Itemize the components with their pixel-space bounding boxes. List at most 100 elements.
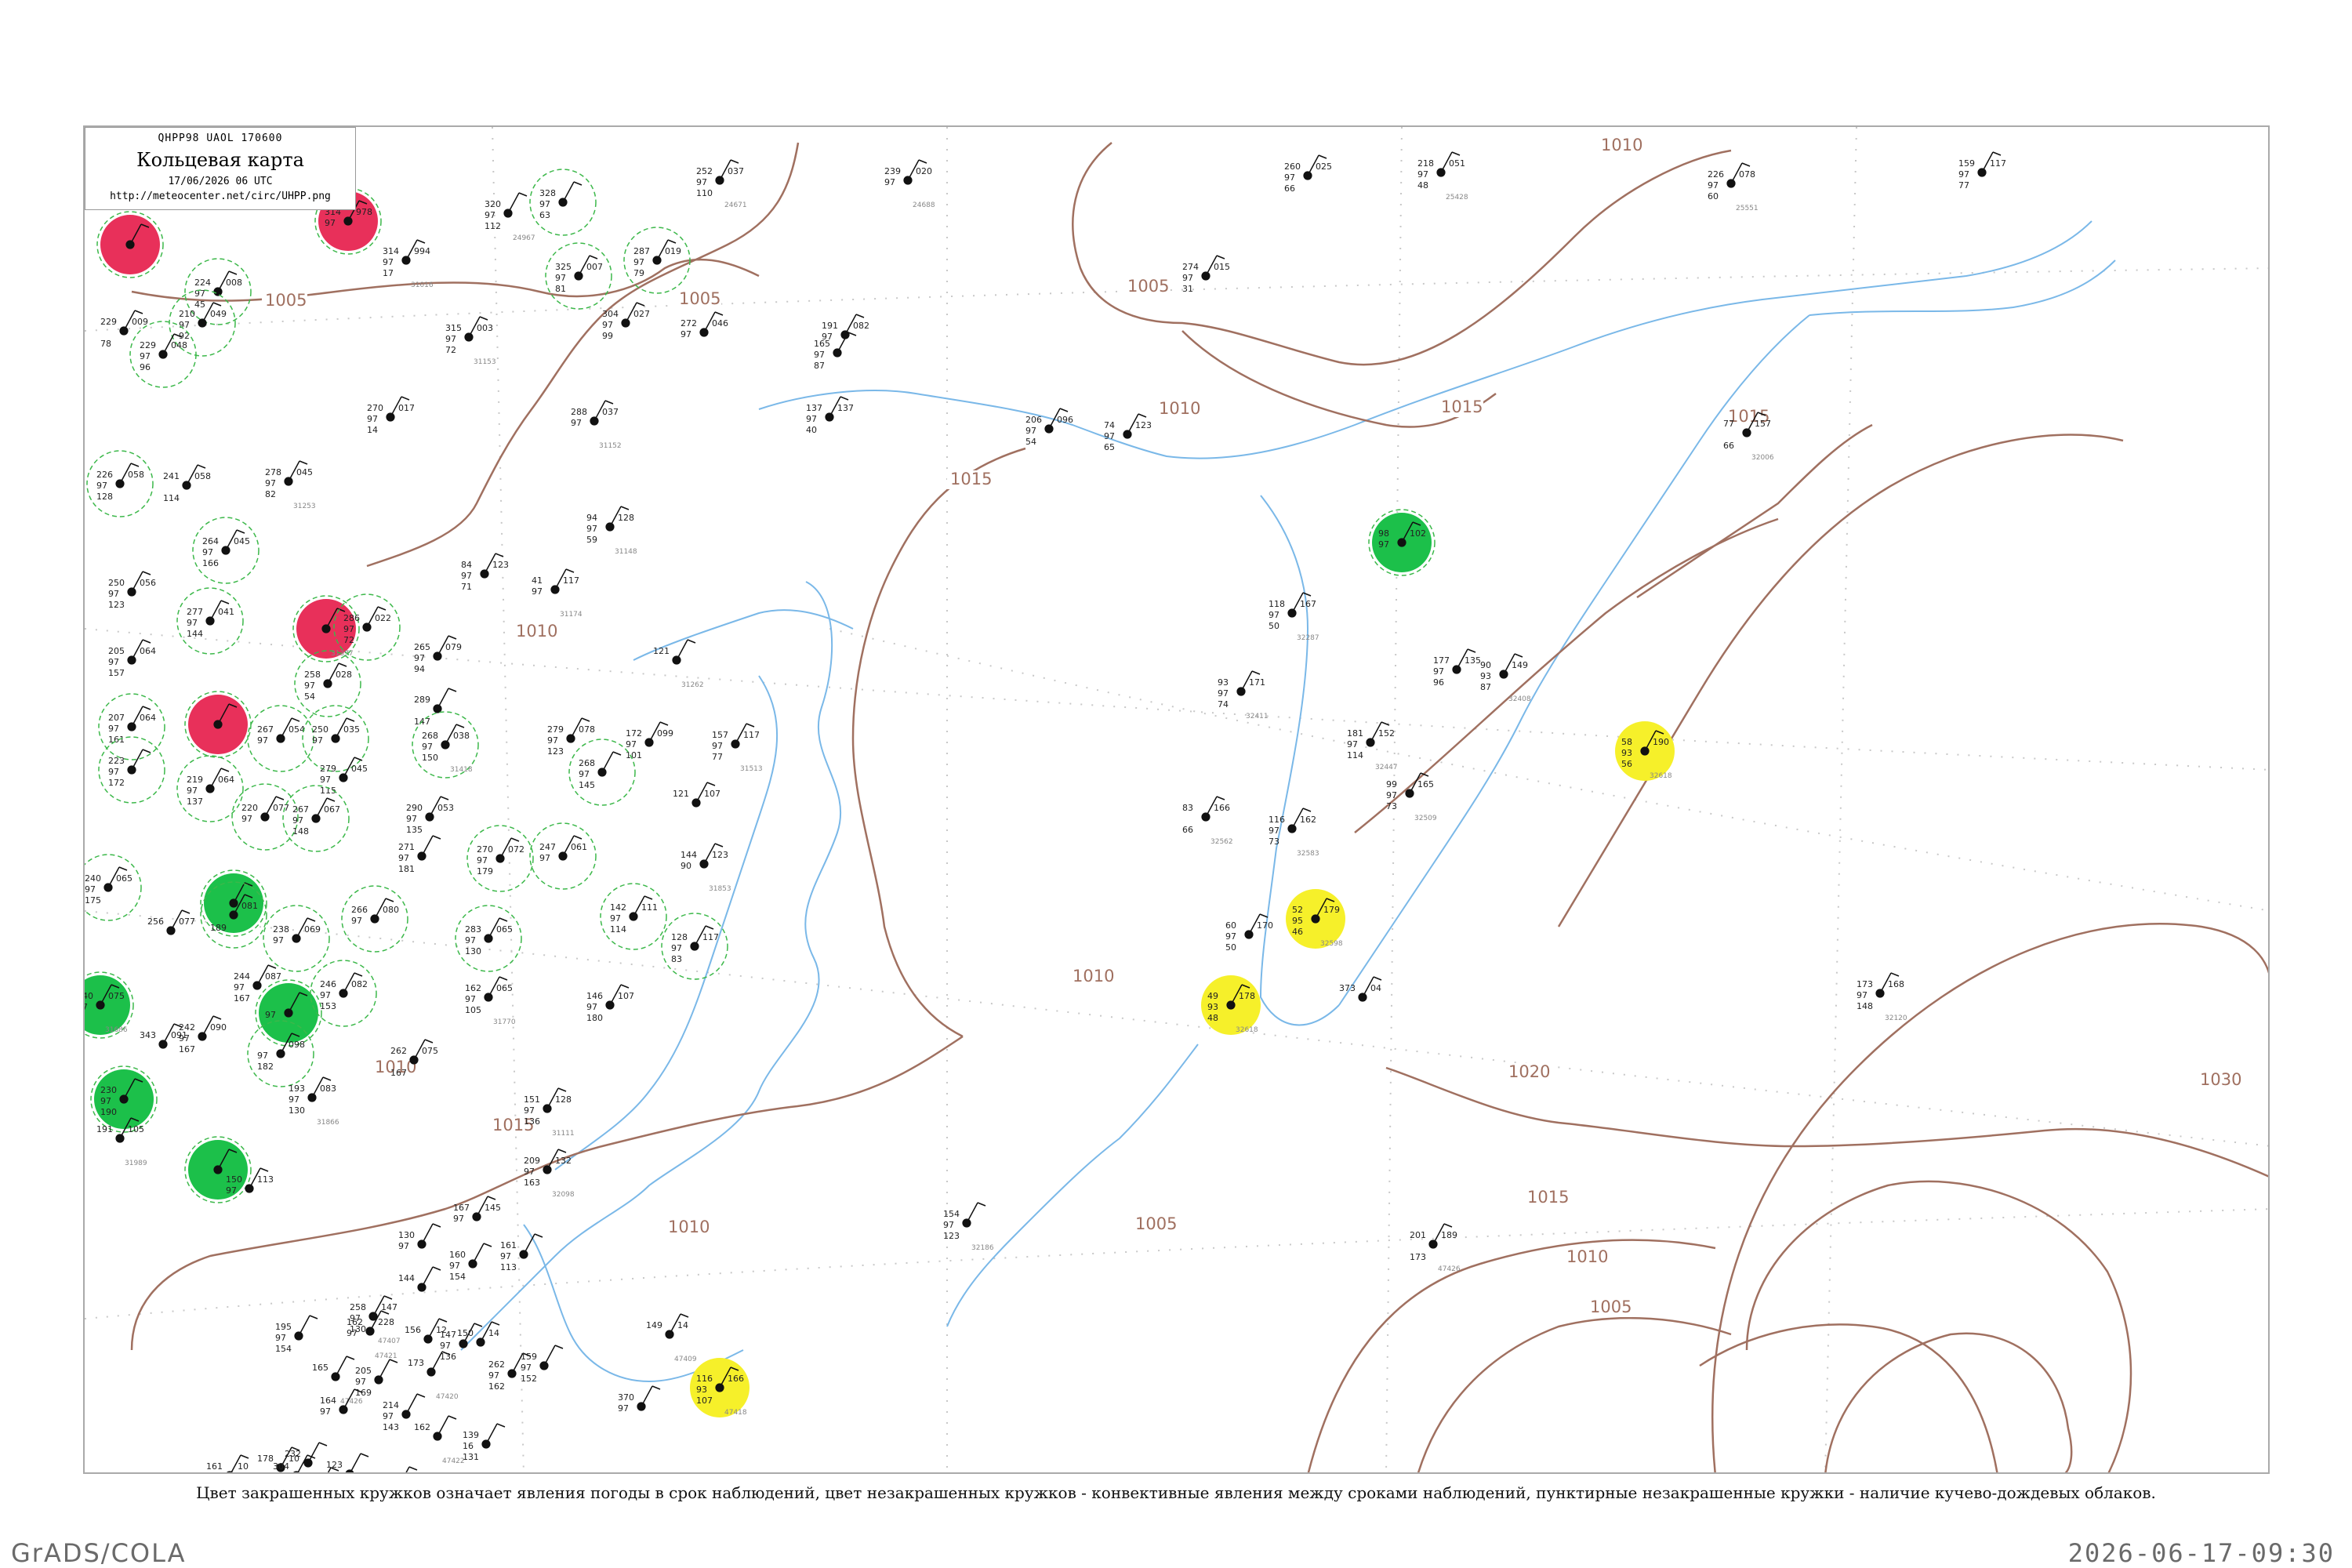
station-model: 2789782 045 31253	[265, 460, 316, 510]
station-cloud-cover: 97	[602, 320, 613, 330]
station-dewpoint: 167	[179, 1044, 195, 1054]
wind-barb-flag	[855, 314, 865, 318]
station-pressure: 069	[304, 924, 321, 935]
wind-barb-flag	[644, 895, 653, 900]
station-index: 32562	[1210, 838, 1233, 846]
station-cloud-cover: 97	[320, 990, 331, 1000]
wind-barb-flag	[408, 1466, 418, 1471]
wind-barb-flag	[620, 506, 630, 510]
station-cloud-cover: 97	[539, 853, 550, 863]
wind-barb	[507, 192, 520, 214]
station-temperature: 160	[449, 1250, 466, 1260]
stations: 3149797831497179943101632097112249673289…	[85, 151, 2006, 1474]
station-dewpoint: 72	[343, 635, 354, 645]
station-model: 2269760 078 25551	[1708, 162, 1759, 212]
station-pressure: 015	[1214, 262, 1230, 272]
wind-barb-flag	[299, 460, 308, 465]
station-temperature: 162	[465, 983, 481, 993]
station-cloud-cover: 97	[325, 218, 336, 228]
station-temperature: 265	[414, 642, 430, 652]
coastline-kurils	[946, 1044, 1199, 1327]
station-temperature: 121	[673, 789, 689, 799]
station-temperature: 250	[108, 578, 125, 588]
station-pressure: 162	[1300, 815, 1316, 825]
wind-barb-flag	[705, 925, 714, 930]
station-dewpoint: 144	[187, 629, 203, 639]
station-cloud-cover: 97	[257, 735, 268, 746]
isobar-label: 1015	[950, 470, 992, 488]
station-cloud-cover: 97	[179, 320, 190, 330]
station-index: 32186	[971, 1244, 994, 1252]
wind-barb-flag	[499, 917, 508, 922]
station-pressure: 048	[171, 340, 187, 350]
isobar	[851, 447, 1026, 1038]
station-model: 2299796048	[129, 321, 197, 388]
station-temperature: 160	[375, 1473, 391, 1474]
isobar-label: 1005	[265, 291, 307, 310]
wind-barb	[543, 1345, 556, 1367]
station-cloud-cover: 97	[383, 1411, 394, 1421]
station-model: 1599777 117	[1958, 151, 2006, 191]
wind-barb-flag	[680, 1313, 689, 1318]
station-index: 31111	[552, 1130, 575, 1138]
station-index: 31770	[493, 1018, 516, 1026]
station-cloud-cover: 97	[187, 618, 198, 628]
station-pressure: 025	[1316, 162, 1332, 172]
station-index: 24671	[724, 201, 747, 209]
station-cloud-cover: 93	[1207, 1002, 1218, 1012]
station-model: 1779796 135	[1433, 648, 1481, 688]
wind-barb-flag	[977, 1202, 986, 1207]
wind-barb	[437, 1415, 449, 1437]
station-pressure: 077	[179, 916, 195, 927]
station-dewpoint: 189	[210, 923, 227, 933]
station-pressure: 072	[508, 844, 524, 855]
station-dewpoint: 79	[633, 268, 644, 278]
station-cloud-cover: 97	[1857, 990, 1867, 1000]
station-dewpoint: 66	[1284, 183, 1295, 194]
station-model: 13097	[398, 1223, 441, 1251]
station-cloud-cover: 95	[1292, 916, 1303, 926]
station-cloud-cover: 97	[1218, 688, 1229, 699]
station-temperature: 264	[202, 536, 219, 546]
station-pressure: 020	[916, 166, 932, 176]
station-dewpoint: 163	[524, 1178, 540, 1188]
station-model: 24097 075 31686	[85, 971, 134, 1039]
station-temperature: 41	[532, 575, 543, 586]
station-index: 31866	[317, 1119, 339, 1127]
grid-line	[829, 628, 2268, 912]
station-cloud-cover: 97	[265, 478, 276, 488]
station-model: 16197113	[500, 1233, 543, 1272]
station-cloud-cover: 97	[241, 814, 252, 824]
wind-barb-flag	[706, 782, 716, 786]
station-pressure: 078	[579, 724, 595, 735]
wind-barb-flag	[1373, 976, 1382, 981]
station-cloud-cover: 97	[539, 199, 550, 209]
station-temperature: 157	[712, 730, 728, 740]
wind-barb-flag	[346, 717, 355, 722]
wind-barb	[601, 751, 614, 773]
station-index: 24967	[513, 234, 535, 242]
station-temperature: 195	[275, 1322, 292, 1332]
station-dewpoint: 157	[108, 668, 125, 678]
station-dewpoint: 83	[671, 954, 682, 964]
station-temperature: 151	[524, 1094, 540, 1105]
station-pressure: 083	[320, 1083, 336, 1094]
station-cloud-cover: 93	[696, 1385, 707, 1395]
station-pressure: 003	[477, 323, 493, 333]
station-temperature: 161	[206, 1461, 223, 1472]
station-pressure: 117	[702, 932, 719, 942]
wind-barb-flag	[557, 1149, 567, 1153]
isobar	[130, 1035, 964, 1351]
station-cloud-cover: 97	[488, 1370, 499, 1381]
station-cloud-cover: 97	[671, 943, 682, 953]
station-dewpoint: 114	[1347, 750, 1363, 760]
station-temperature: 159	[1958, 158, 1975, 169]
station-pressure: 128	[555, 1094, 572, 1105]
station-pressure: 105	[128, 1124, 144, 1134]
wind-barb-flag	[142, 749, 151, 753]
station-cloud-cover: 97	[108, 767, 119, 777]
station-temperature: 290	[406, 803, 423, 813]
station-cloud-cover: 97	[806, 414, 817, 424]
wind-barb-flag	[1467, 648, 1476, 653]
isobar-label: 1010	[1601, 136, 1642, 154]
